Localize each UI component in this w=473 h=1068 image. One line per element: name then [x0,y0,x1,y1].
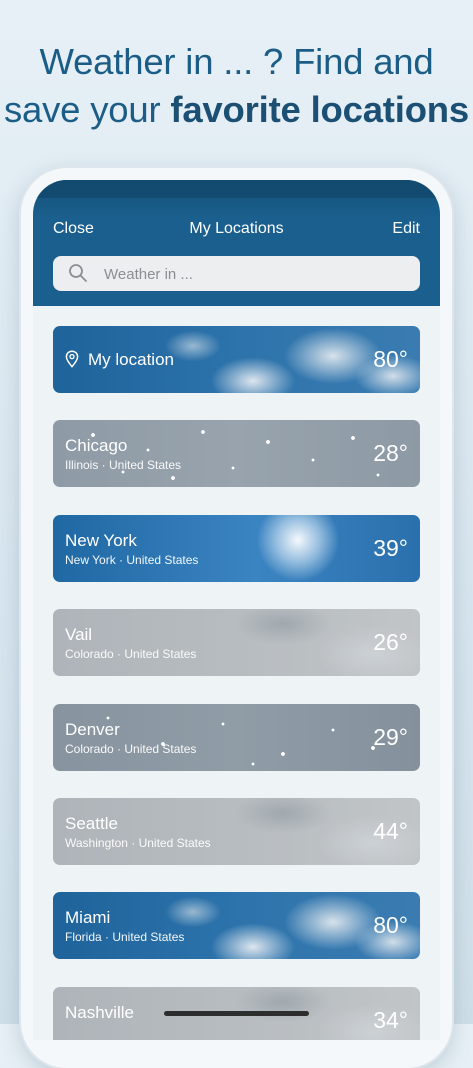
location-name: Denver [65,720,120,739]
promo-line-2: save your favorite locations [0,86,473,134]
status-band [33,180,440,198]
location-name: Vail [65,625,93,644]
location-subtitle: Colorado · United States [65,647,197,661]
location-name: Nashville [65,1003,134,1022]
location-name: Miami [65,908,111,927]
location-card-chicago[interactable]: Chicago Illinois · United States 28° [53,420,420,487]
search-input[interactable] [102,256,406,293]
edit-button[interactable]: Edit [392,220,420,238]
location-name: My location [88,350,174,369]
promo-line-2-prefix: save your [3,89,171,130]
location-subtitle: Florida · United States [65,930,185,944]
location-card-new-york[interactable]: New York New York · United States 39° [53,515,420,582]
location-temperature: 44° [373,818,408,844]
location-card-miami[interactable]: Miami Florida · United States 80° [53,892,420,959]
location-card-seattle[interactable]: Seattle Washington · United States 44° [53,798,420,865]
app-screen: Close My Locations Edit My location 80° … [33,180,440,1040]
location-temperature: 29° [373,724,408,750]
location-name: New York [65,531,137,550]
navigation-bar: Close My Locations Edit [33,180,440,306]
location-pin-icon [65,350,79,368]
location-subtitle: Washington · United States [65,836,211,850]
promo-headline: Weather in ... ? Find and save your favo… [0,38,473,134]
location-card-my-location[interactable]: My location 80° [53,326,420,393]
page-title: My Locations [189,220,284,237]
location-name: Seattle [65,814,118,833]
location-card-vail[interactable]: Vail Colorado · United States 26° [53,609,420,676]
location-temperature: 26° [373,629,408,655]
location-temperature: 34° [373,1007,408,1033]
location-name: Chicago [65,436,128,455]
location-temperature: 80° [373,346,408,372]
location-temperature: 28° [373,440,408,466]
search-bar[interactable] [53,256,420,293]
search-icon [69,264,87,282]
location-subtitle: Colorado · United States [65,742,197,756]
promo-line-2-bold: favorite locations [170,89,469,130]
location-temperature: 80° [373,912,408,938]
promo-line-1: Weather in ... ? Find and [39,41,434,82]
location-card-denver[interactable]: Denver Colorado · United States 29° [53,704,420,771]
location-subtitle: Illinois · United States [65,458,182,472]
location-temperature: 39° [373,535,408,561]
home-indicator[interactable] [164,1011,309,1016]
location-subtitle: New York · United States [65,553,199,567]
